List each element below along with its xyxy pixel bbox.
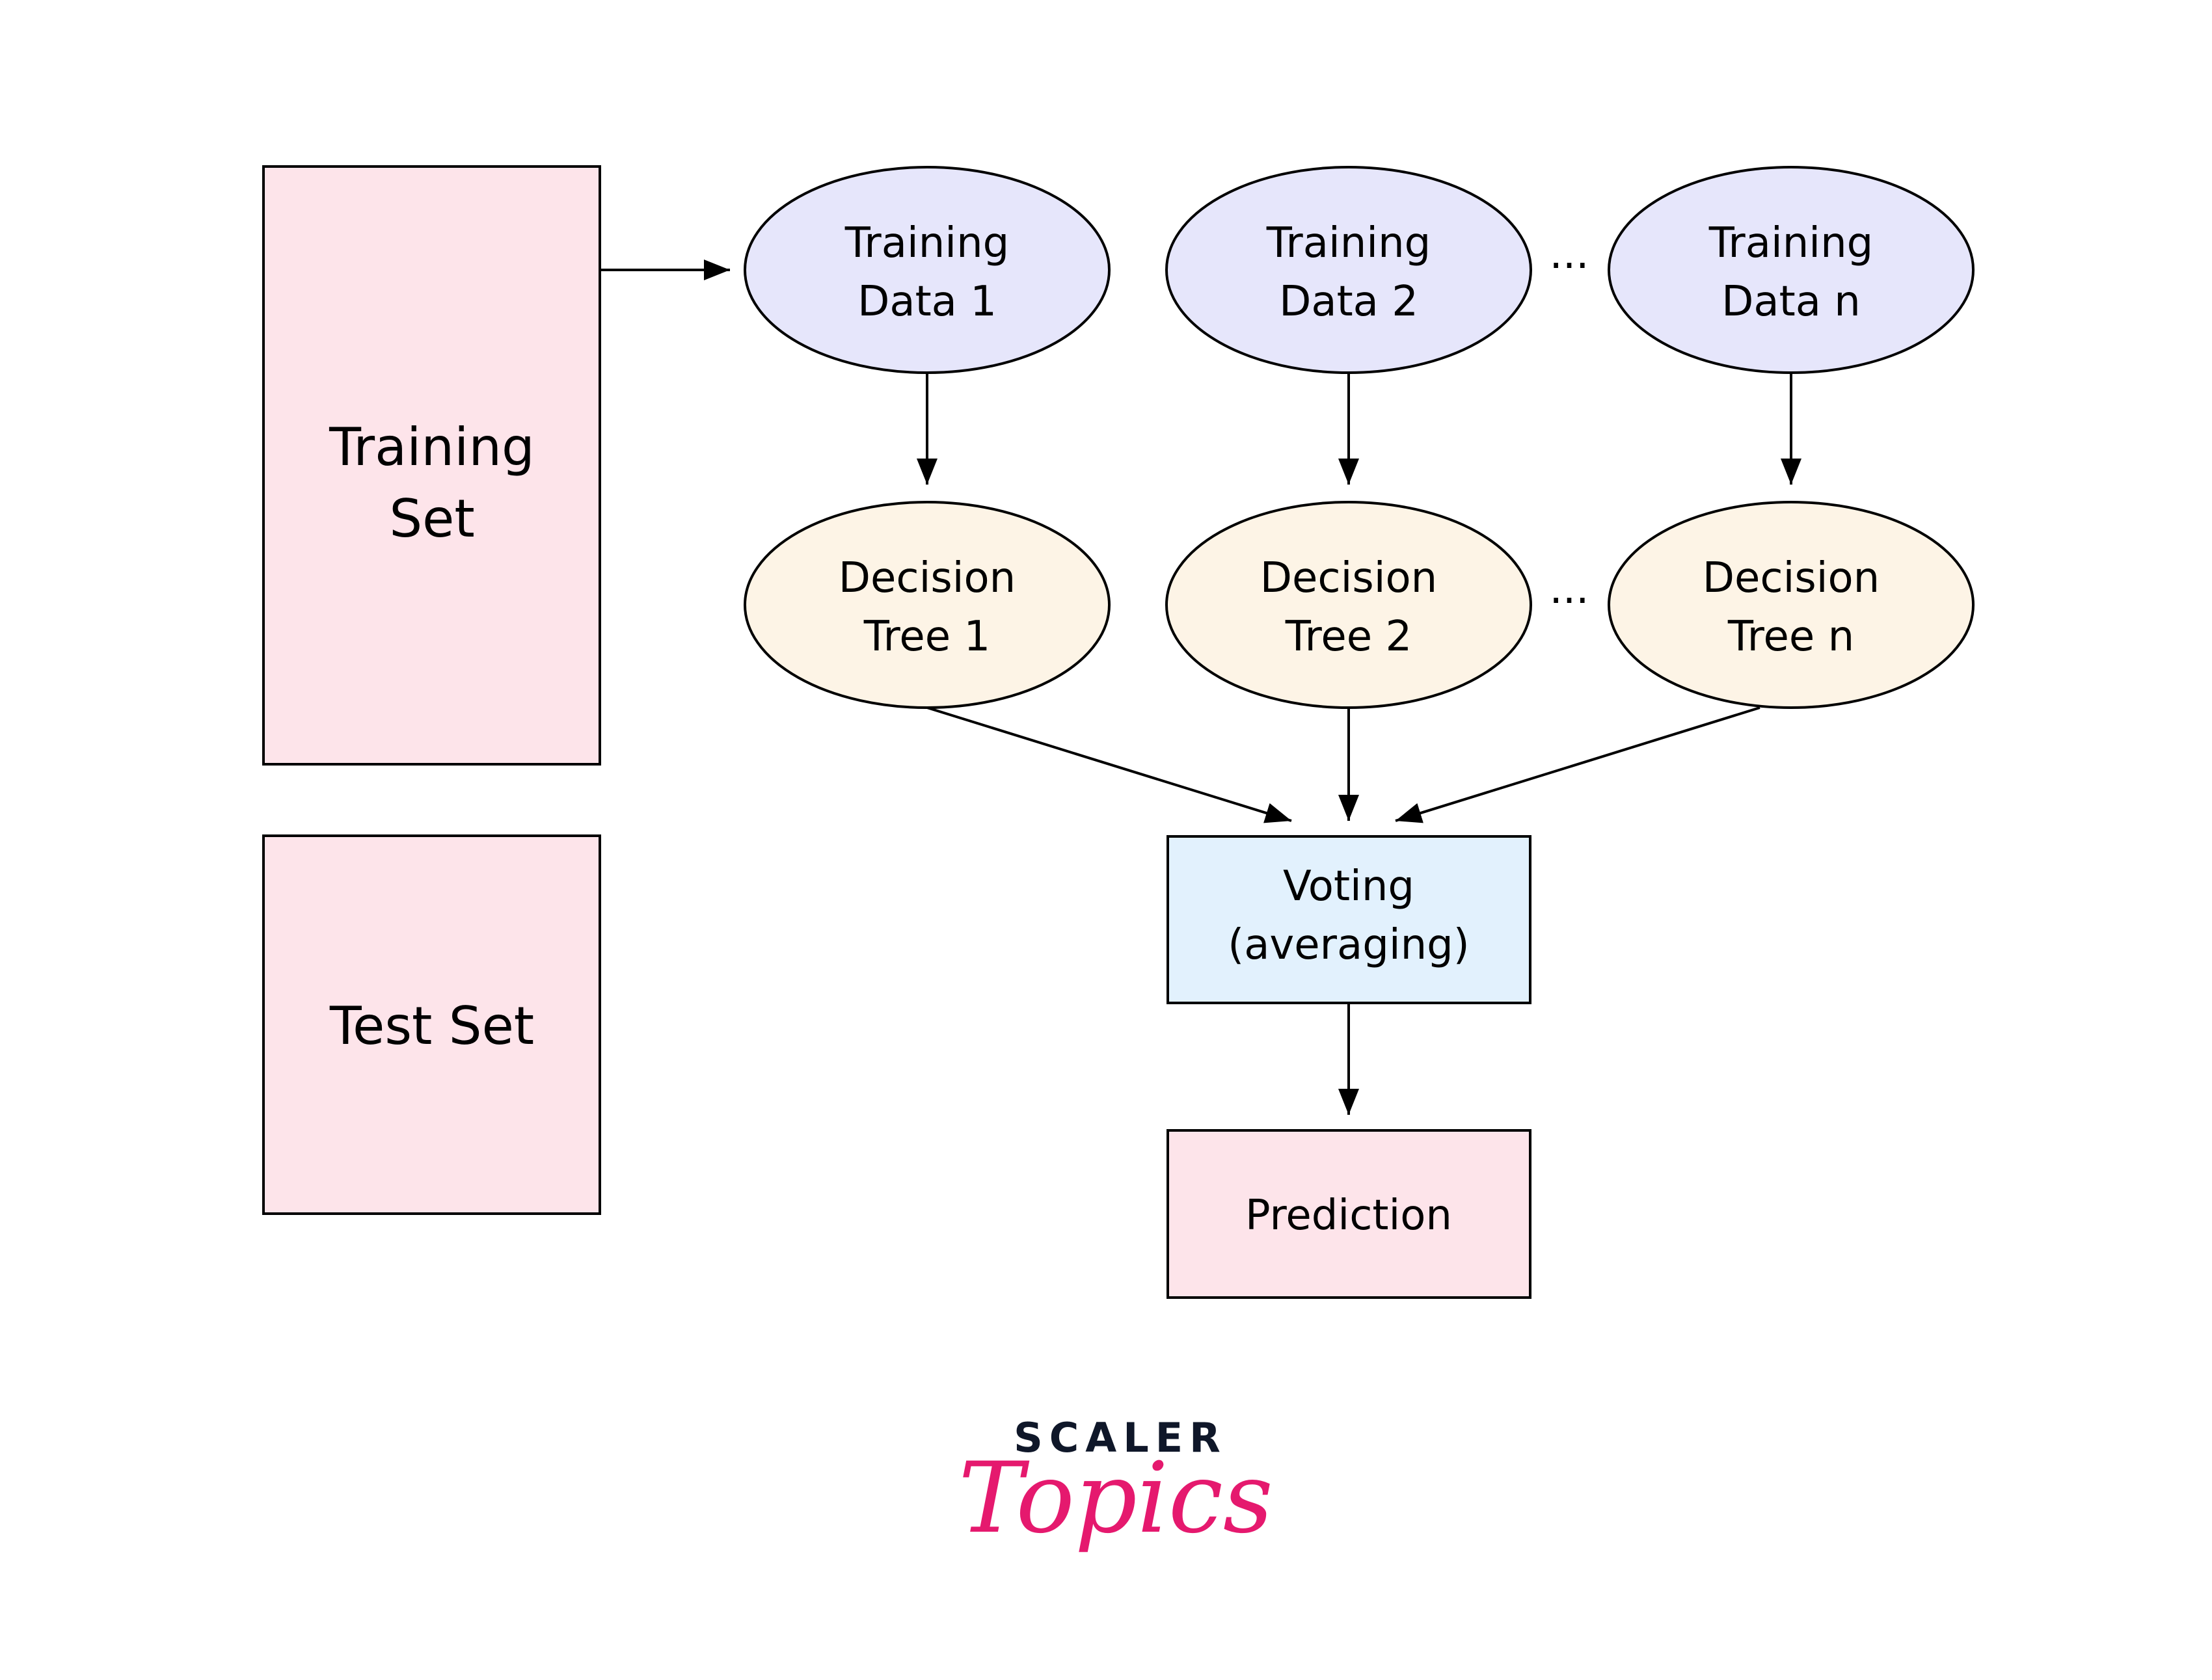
training-data-2-node: Training Data 2 [1165, 166, 1532, 374]
training-set-label-line1: Training [329, 417, 535, 477]
training-data-2-line1: Training [1266, 219, 1431, 267]
training-data-1-line2: Data 1 [857, 278, 997, 326]
training-data-n-line1: Training [1708, 219, 1874, 267]
decision-tree-2-ellipse [1165, 501, 1532, 709]
decision-tree-1-ellipse [744, 501, 1111, 709]
random-forest-diagram: Training Set Test Set Training Data 1 Tr… [262, 165, 1975, 1555]
training-data-1-line1: Training [844, 219, 1010, 267]
test-set-label: Test Set [329, 996, 534, 1056]
edge-tree-1-to-voting [926, 706, 1292, 823]
decision-tree-2-line2: Tree 2 [1285, 613, 1412, 661]
decision-tree-n-ellipse [1608, 501, 1975, 709]
decision-tree-n-line1: Decision [1703, 554, 1880, 602]
decision-tree-1-line1: Decision [839, 554, 1016, 602]
prediction-node: Prediction [1167, 1129, 1531, 1299]
prediction-label: Prediction [1245, 1192, 1452, 1240]
voting-node: Voting (averaging) [1167, 835, 1531, 1004]
edge-tree-n-to-voting [1395, 706, 1760, 823]
decision-tree-n-line2: Tree n [1727, 613, 1854, 661]
test-set-node: Test Set [262, 834, 601, 1215]
decision-tree-2-node: Decision Tree 2 [1165, 501, 1532, 709]
voting-line2: (averaging) [1228, 921, 1470, 969]
training-set-node: Training Set [262, 165, 601, 766]
decision-tree-1-node: Decision Tree 1 [744, 501, 1111, 709]
training-data-2-ellipse [1165, 166, 1532, 374]
training-set-label-line2: Set [389, 488, 474, 549]
voting-box [1167, 835, 1531, 1004]
ellipsis-training-data: ... [1549, 230, 1589, 278]
training-data-1-ellipse [744, 166, 1111, 374]
scaler-topics-logo: SCALER Topics [958, 1414, 1273, 1555]
decision-tree-n-node: Decision Tree n [1608, 501, 1975, 709]
training-data-n-line2: Data n [1721, 278, 1861, 326]
training-data-1-node: Training Data 1 [744, 166, 1111, 374]
decision-tree-1-line2: Tree 1 [863, 613, 990, 661]
training-data-2-line2: Data 2 [1279, 278, 1418, 326]
logo-topics-text: Topics [958, 1442, 1273, 1555]
training-data-n-node: Training Data n [1608, 166, 1975, 374]
voting-line1: Voting [1283, 862, 1414, 911]
decision-tree-2-line1: Decision [1260, 554, 1437, 602]
ellipsis-decision-trees: ... [1549, 565, 1589, 613]
training-data-n-ellipse [1608, 166, 1975, 374]
